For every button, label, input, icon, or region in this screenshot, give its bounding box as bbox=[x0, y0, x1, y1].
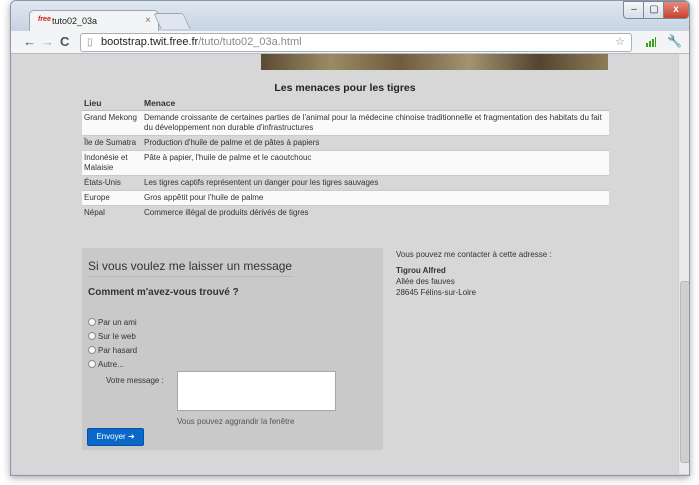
browser-toolbar: ← → C ▯ bootstrap.twit.free.fr/tuto/tuto… bbox=[11, 31, 689, 54]
radio-icon[interactable] bbox=[88, 360, 96, 368]
contact-name: Tigrou Alfred bbox=[396, 266, 446, 275]
vertical-scrollbar[interactable] bbox=[678, 54, 689, 474]
cell-menace: Pâte à papier, l'huile de palme et le ca… bbox=[142, 150, 609, 176]
column-header-lieu: Lieu bbox=[82, 96, 142, 111]
reload-icon[interactable]: C bbox=[60, 34, 69, 49]
table-header-row: Lieu Menace bbox=[82, 96, 609, 111]
browser-tab[interactable]: free tuto02_03a × bbox=[29, 10, 159, 32]
cell-menace: Gros appêtit pour l'huile de palme bbox=[142, 190, 609, 206]
cell-menace: Les tigres captifs représentent un dange… bbox=[142, 175, 609, 191]
radio-icon[interactable] bbox=[88, 332, 96, 340]
table-row: Île de Sumatra Production d'huile de palm… bbox=[82, 135, 609, 151]
table-row: Népal Commerce illégal de produits dérivé… bbox=[82, 205, 609, 220]
cell-lieu: Indonésie et Malaisie bbox=[82, 150, 142, 176]
maximize-button[interactable]: ▢ bbox=[643, 1, 665, 19]
header-image bbox=[261, 54, 608, 70]
form-question: Comment m'avez-vous trouvé ? bbox=[88, 287, 239, 298]
tab-close-icon[interactable]: × bbox=[145, 15, 151, 26]
cell-lieu: États-Unis bbox=[82, 175, 142, 191]
bookmark-star-icon[interactable]: ☆ bbox=[615, 34, 625, 51]
cell-lieu: Grand Mekong bbox=[82, 110, 142, 136]
scrollbar-thumb[interactable] bbox=[680, 281, 689, 463]
forward-icon[interactable]: → bbox=[41, 34, 54, 49]
radio-autre[interactable]: Autre... bbox=[88, 360, 124, 369]
column-header-menace: Menace bbox=[142, 96, 609, 111]
radio-label: Sur le web bbox=[98, 332, 136, 341]
minimize-button[interactable]: – bbox=[623, 1, 645, 19]
page-viewport: Les menaces pour les tigres Lieu Menace … bbox=[12, 54, 678, 474]
send-button[interactable]: Envoyer ➜ bbox=[87, 428, 144, 446]
message-label: Votre message : bbox=[106, 376, 164, 385]
table-row: États-Unis Les tigres captifs représenten… bbox=[82, 175, 609, 191]
radio-icon[interactable] bbox=[88, 346, 96, 354]
cell-lieu: Népal bbox=[82, 205, 142, 220]
resize-hint: Vous pouvez aggrandir la fenêtre bbox=[177, 417, 295, 426]
close-window-button[interactable]: x bbox=[663, 1, 689, 19]
favicon-icon: free bbox=[38, 16, 51, 23]
url-host: bootstrap.twit.free.fr bbox=[101, 36, 199, 48]
new-tab-button[interactable] bbox=[153, 13, 191, 29]
contact-city: 28645 Félins-sur-Loire bbox=[396, 288, 477, 297]
radio-sur-le-web[interactable]: Sur le web bbox=[88, 332, 136, 341]
cell-lieu: Île de Sumatra bbox=[82, 135, 142, 151]
browser-window: free tuto02_03a × – ▢ x ← → C ▯ bootstra… bbox=[10, 0, 690, 476]
address-bar[interactable]: ▯ bootstrap.twit.free.fr/tuto/tuto02_03a… bbox=[80, 33, 632, 52]
cell-menace: Production d'huile de palme et de pâtes … bbox=[142, 135, 609, 151]
radio-label: Par hasard bbox=[98, 346, 138, 355]
send-arrow-icon: ➜ bbox=[127, 432, 135, 441]
message-textarea[interactable] bbox=[177, 371, 336, 411]
table-row: Indonésie et Malaisie Pâte à papier, l'hu… bbox=[82, 150, 609, 176]
radio-par-un-ami[interactable]: Par un ami bbox=[88, 318, 137, 327]
cell-lieu: Europe bbox=[82, 190, 142, 206]
cell-menace: Demande croissante de certaines parties … bbox=[142, 110, 609, 136]
table-title: Les menaces pour les tigres bbox=[274, 82, 416, 94]
send-label: Envoyer bbox=[96, 432, 126, 441]
contact-street: Allée des fauves bbox=[396, 277, 455, 286]
threats-table: Lieu Menace Grand Mekong Demande croissan… bbox=[82, 96, 609, 220]
table-row: Grand Mekong Demande croissante de certai… bbox=[82, 110, 609, 136]
radio-label: Autre... bbox=[98, 360, 124, 369]
radio-par-hasard[interactable]: Par hasard bbox=[88, 346, 137, 355]
page-icon: ▯ bbox=[87, 37, 93, 48]
radio-label: Par un ami bbox=[98, 318, 137, 327]
url-text: bootstrap.twit.free.fr/tuto/tuto02_03a.h… bbox=[101, 34, 302, 51]
table-row: Europe Gros appêtit pour l'huile de palme bbox=[82, 190, 609, 206]
message-form-panel: Si vous voulez me laisser un message Com… bbox=[82, 248, 383, 450]
title-bar: free tuto02_03a × – ▢ x bbox=[11, 1, 689, 32]
form-title: Si vous voulez me laisser un message bbox=[88, 259, 293, 277]
cell-menace: Commerce illégal de produits dérivés de … bbox=[142, 205, 609, 220]
wrench-icon[interactable]: 🔧 bbox=[667, 34, 682, 48]
back-icon[interactable]: ← bbox=[23, 34, 36, 49]
radio-icon[interactable] bbox=[88, 318, 96, 326]
tab-title: tuto02_03a bbox=[52, 16, 98, 26]
signal-icon[interactable] bbox=[646, 37, 656, 47]
url-path: /tuto/tuto02_03a.html bbox=[198, 36, 302, 48]
contact-intro: Vous pouvez me contacter à cette adresse… bbox=[396, 250, 552, 259]
